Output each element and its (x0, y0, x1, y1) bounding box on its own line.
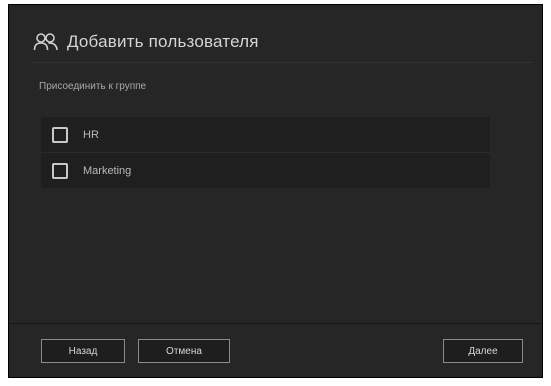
group-checkbox-hr[interactable] (52, 126, 68, 143)
group-row-marketing[interactable]: Marketing (41, 153, 490, 188)
group-list: HR Marketing (41, 117, 490, 188)
group-name: HR (83, 128, 99, 141)
join-group-label: Присоединить к группе (39, 81, 147, 92)
cancel-button[interactable]: Отмена (138, 339, 230, 363)
add-user-dialog: Добавить пользователя Присоединить к гру… (8, 4, 543, 378)
group-checkbox-marketing[interactable] (52, 162, 68, 179)
next-button[interactable]: Далее (443, 339, 523, 363)
dialog-header: Добавить пользователя (33, 25, 532, 63)
back-button[interactable]: Назад (41, 339, 125, 363)
group-name: Marketing (83, 164, 132, 177)
users-icon (33, 32, 59, 52)
group-row-hr[interactable]: HR (41, 117, 490, 153)
dialog-title: Добавить пользователя (67, 31, 259, 51)
